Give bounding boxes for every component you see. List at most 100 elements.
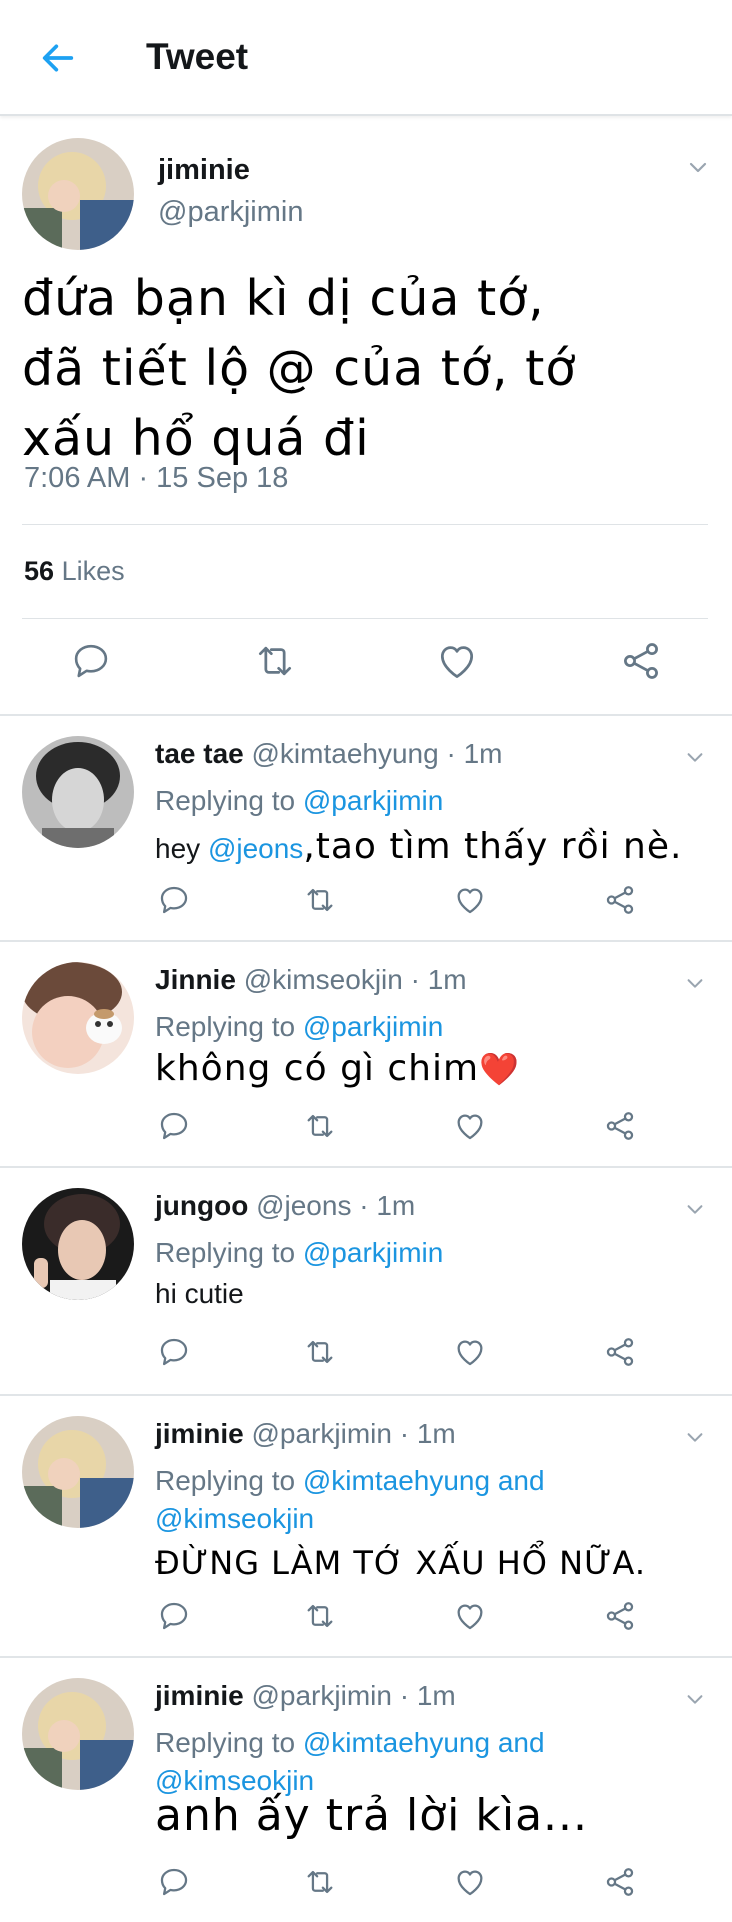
avatar[interactable] bbox=[22, 736, 134, 848]
likes-label: Likes bbox=[61, 556, 125, 586]
retweet-button[interactable] bbox=[300, 1106, 340, 1146]
like-button[interactable] bbox=[450, 1862, 490, 1902]
share-icon bbox=[606, 886, 634, 914]
reply-button[interactable] bbox=[154, 1596, 194, 1636]
reply-text-hand: ĐỪNG LÀM TỚ XẤU HỔ NỮA. bbox=[155, 1544, 647, 1582]
divider bbox=[22, 618, 708, 619]
reply-author-name[interactable]: jiminie bbox=[155, 1418, 244, 1449]
replying-prefix: Replying to bbox=[155, 1011, 296, 1042]
reply-icon bbox=[160, 1602, 188, 1630]
retweet-button[interactable] bbox=[300, 1862, 340, 1902]
reply-tweet[interactable]: jiminie @parkjimin · 1m Replying to @kim… bbox=[0, 1394, 732, 1656]
retweet-button[interactable] bbox=[300, 1332, 340, 1372]
share-button[interactable] bbox=[600, 1596, 640, 1636]
reply-header: jiminie @parkjimin · 1m bbox=[155, 1418, 456, 1450]
replying-mention[interactable]: @parkjimin bbox=[303, 1011, 443, 1042]
reply-icon bbox=[160, 1112, 188, 1140]
reply-header: jungoo @jeons · 1m bbox=[155, 1190, 415, 1222]
reply-text-hand: không có gì chim bbox=[155, 1048, 480, 1089]
author-name[interactable]: jiminie bbox=[158, 154, 250, 187]
likes-number: 56 bbox=[24, 556, 55, 586]
reply-button[interactable] bbox=[154, 1862, 194, 1902]
reply-author-name[interactable]: tae tae bbox=[155, 738, 244, 769]
reply-text: anh ấy trả lời kìa... bbox=[155, 1790, 588, 1841]
reply-button[interactable] bbox=[154, 1106, 194, 1146]
share-icon bbox=[606, 1602, 634, 1630]
tweet-menu-button[interactable] bbox=[681, 150, 715, 184]
share-button[interactable] bbox=[616, 636, 666, 686]
reply-tweet[interactable]: Jinnie @kimseokjin · 1m Replying to @par… bbox=[0, 940, 732, 1166]
replying-to: Replying to @parkjimin bbox=[155, 1008, 675, 1046]
tweet-menu-button[interactable] bbox=[678, 1192, 712, 1226]
chevron-down-icon bbox=[687, 1205, 703, 1214]
chevron-down-icon bbox=[689, 162, 707, 173]
reply-tweet[interactable]: jiminie @parkjimin · 1m Replying to @kim… bbox=[0, 1656, 732, 1922]
tweet-menu-button[interactable] bbox=[678, 1420, 712, 1454]
reply-meta: @jeons · 1m bbox=[256, 1190, 416, 1221]
page-title: Tweet bbox=[146, 36, 249, 77]
avatar[interactable] bbox=[22, 1678, 134, 1790]
replying-prefix: Replying to bbox=[155, 1727, 296, 1758]
replying-mention[interactable]: @kimtaehyung and bbox=[303, 1465, 545, 1496]
reply-text-prefix: hey bbox=[155, 833, 208, 864]
like-button[interactable] bbox=[432, 636, 482, 686]
like-button[interactable] bbox=[450, 1596, 490, 1636]
share-button[interactable] bbox=[600, 1862, 640, 1902]
tweet-timestamp[interactable]: 7:06 AM · 15 Sep 18 bbox=[24, 462, 288, 495]
reply-header: tae tae @kimtaehyung · 1m bbox=[155, 738, 502, 770]
retweet-icon bbox=[307, 1114, 333, 1138]
reply-header: Jinnie @kimseokjin · 1m bbox=[155, 964, 467, 996]
retweet-button[interactable] bbox=[300, 880, 340, 920]
reply-meta: @kimtaehyung · 1m bbox=[251, 738, 503, 769]
chevron-down-icon bbox=[687, 753, 703, 762]
reply-button[interactable] bbox=[154, 880, 194, 920]
reply-author-name[interactable]: jiminie bbox=[155, 1680, 244, 1711]
back-button[interactable] bbox=[30, 30, 86, 86]
share-button[interactable] bbox=[600, 1332, 640, 1372]
tweet-menu-button[interactable] bbox=[678, 966, 712, 1000]
reply-tweet[interactable]: jungoo @jeons · 1m Replying to @parkjimi… bbox=[0, 1166, 732, 1394]
like-button[interactable] bbox=[450, 1106, 490, 1146]
reply-text-hand: anh ấy trả lời kìa... bbox=[155, 1790, 588, 1841]
author-handle[interactable]: @parkjimin bbox=[158, 196, 303, 229]
share-icon bbox=[606, 1112, 634, 1140]
reply-button[interactable] bbox=[66, 636, 116, 686]
retweet-button[interactable] bbox=[250, 636, 300, 686]
share-button[interactable] bbox=[600, 880, 640, 920]
replying-mention[interactable]: @kimtaehyung and bbox=[303, 1727, 545, 1758]
reply-tweet[interactable]: tae tae @kimtaehyung · 1m Replying to @p… bbox=[0, 714, 732, 940]
like-icon bbox=[457, 888, 483, 914]
avatar[interactable] bbox=[22, 1188, 134, 1300]
replying-mention[interactable]: @parkjimin bbox=[303, 1237, 443, 1268]
avatar[interactable] bbox=[22, 138, 134, 250]
top-bar: Tweet bbox=[0, 0, 732, 116]
like-icon bbox=[457, 1870, 483, 1896]
retweet-button[interactable] bbox=[300, 1596, 340, 1636]
likes-count[interactable]: 56 Likes bbox=[24, 556, 125, 587]
reply-meta: @parkjimin · 1m bbox=[251, 1418, 456, 1449]
retweet-icon bbox=[307, 888, 333, 912]
reply-text-plain: hi cutie bbox=[155, 1278, 244, 1309]
reply-mention[interactable]: @jeons bbox=[208, 833, 303, 864]
replying-mention[interactable]: @parkjimin bbox=[303, 785, 443, 816]
replying-to: Replying to @parkjimin bbox=[155, 1234, 675, 1272]
share-button[interactable] bbox=[600, 1106, 640, 1146]
main-tweet: jiminie @parkjimin đứa bạn kì dị của tớ,… bbox=[0, 116, 732, 714]
replying-prefix: Replying to bbox=[155, 785, 296, 816]
reply-icon bbox=[160, 1868, 188, 1896]
like-icon bbox=[457, 1604, 483, 1630]
tweet-text: đứa bạn kì dị của tớ, đã tiết lộ @ của t… bbox=[22, 264, 712, 474]
like-button[interactable] bbox=[450, 1332, 490, 1372]
reply-button[interactable] bbox=[154, 1332, 194, 1372]
replying-to: Replying to @kimtaehyung and @kimseokjin bbox=[155, 1462, 675, 1538]
avatar[interactable] bbox=[22, 1416, 134, 1528]
replying-mention[interactable]: @kimseokjin bbox=[155, 1503, 314, 1534]
reply-author-name[interactable]: Jinnie bbox=[155, 964, 236, 995]
tweet-menu-button[interactable] bbox=[678, 740, 712, 774]
like-button[interactable] bbox=[450, 880, 490, 920]
avatar[interactable] bbox=[22, 962, 134, 1074]
tweet-menu-button[interactable] bbox=[678, 1682, 712, 1716]
reply-text: không có gì chim❤️ bbox=[155, 1048, 519, 1089]
reply-author-name[interactable]: jungoo bbox=[155, 1190, 248, 1221]
replying-to: Replying to @parkjimin bbox=[155, 782, 675, 820]
